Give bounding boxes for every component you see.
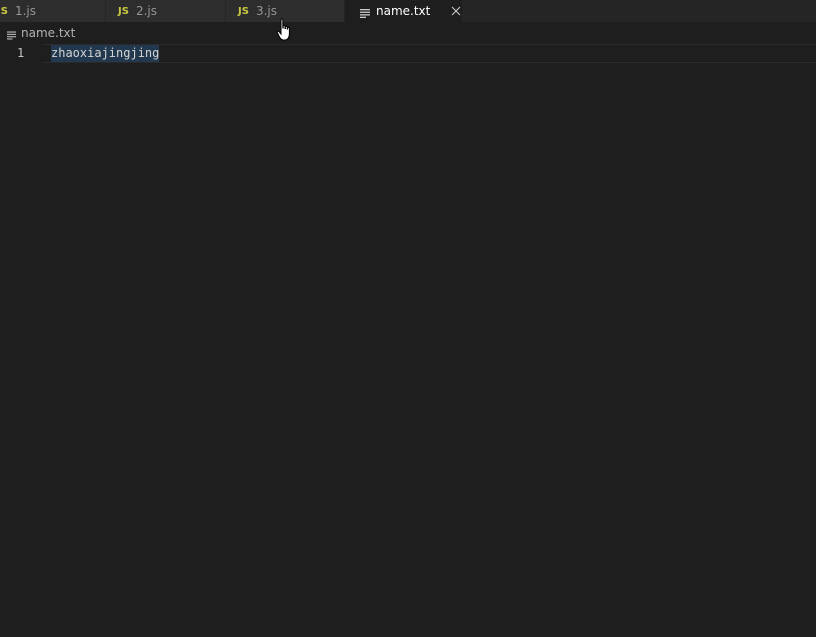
text-file-icon xyxy=(7,29,16,40)
tab-2-js[interactable]: JS 2.js xyxy=(106,0,226,22)
tab-label: 2.js xyxy=(135,4,157,18)
breadcrumb-label[interactable]: name.txt xyxy=(21,26,75,40)
editor-window: JS 1.js JS 2.js JS 3.js name.txt xyxy=(0,0,816,637)
breadcrumb[interactable]: name.txt xyxy=(0,22,816,44)
tab-bar: JS 1.js JS 2.js JS 3.js name.txt xyxy=(0,0,816,22)
js-file-icon: JS xyxy=(118,5,129,17)
js-file-icon: JS xyxy=(238,5,249,17)
close-icon[interactable] xyxy=(450,5,462,17)
editor-body[interactable]: 1 zhaoxiajingjing xyxy=(0,44,816,637)
line-number: 1 xyxy=(17,46,25,60)
tab-label: 1.js xyxy=(14,4,36,18)
js-file-icon: JS xyxy=(0,5,8,17)
hand-pointer-icon xyxy=(276,18,294,42)
text-file-icon xyxy=(360,7,370,18)
tab-1-js[interactable]: JS 1.js xyxy=(0,0,106,22)
code-line-selected-text[interactable]: zhaoxiajingjing xyxy=(51,45,160,62)
tab-label: 3.js xyxy=(255,4,277,18)
tab-name-txt[interactable]: name.txt xyxy=(345,0,462,22)
tab-label: name.txt xyxy=(376,4,431,18)
